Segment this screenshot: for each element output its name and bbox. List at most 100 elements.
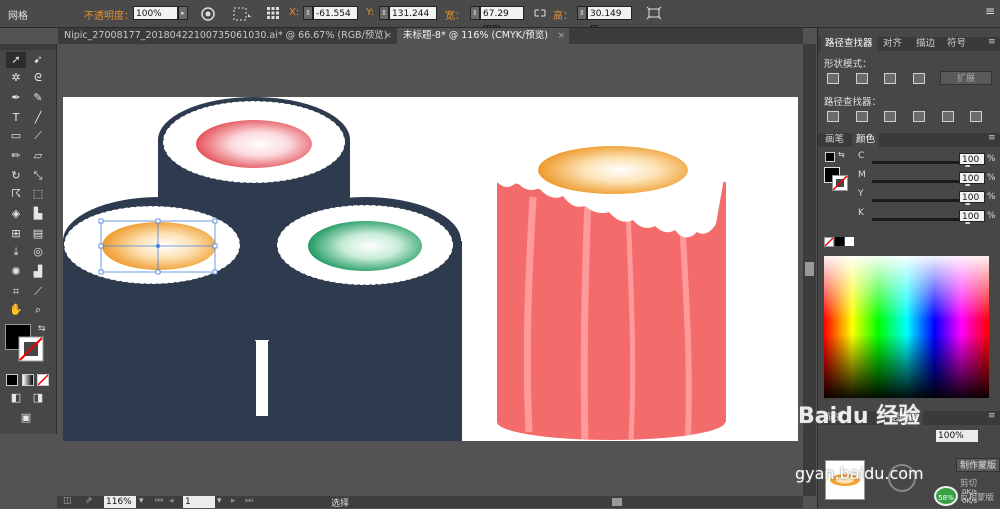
black-color-chip[interactable] [835,237,844,246]
artboard-nav-icon[interactable]: ◫ [63,496,72,506]
artboard-tool-icon[interactable]: ⌗ [6,284,26,300]
color-spectrum[interactable] [824,256,989,398]
eyedropper-icon[interactable]: ⤓ [6,244,26,260]
panel-menu-icon[interactable]: ≡ [985,4,995,18]
line-tool-icon[interactable]: ╱ [28,110,48,126]
lasso-icon[interactable]: ᘓ [28,70,48,86]
tab-untitled-document[interactable]: 未标题-8* @ 116% (CMYK/预览) × [397,28,569,44]
rotate-tool-icon[interactable]: ↻ [6,168,26,184]
free-transform-icon[interactable]: ⬚ [28,186,48,202]
artboard[interactable] [63,97,798,441]
type-tool-icon[interactable]: T [6,110,26,126]
prev-page-icon[interactable]: ◂ [169,496,174,506]
tab-color[interactable]: 颜色 [852,133,880,147]
scrollbar-thumb[interactable] [805,262,814,276]
minus-back-icon[interactable] [970,111,982,122]
intersect-icon[interactable] [884,73,896,84]
exclude-icon[interactable] [913,73,925,84]
tab-pathfinder[interactable]: 路径查找器 [821,37,877,51]
next-page-icon[interactable]: ▸ [231,496,236,506]
live-paint-icon[interactable]: ▙ [28,206,48,222]
tab-symbols[interactable]: 符号 [943,37,970,51]
rectangle-tool-icon[interactable]: ▭ [6,128,26,144]
first-page-icon[interactable]: ⏮ [155,496,163,506]
slider-value-input[interactable]: 100 [959,191,985,203]
zoom-tool-icon[interactable]: ⌕ [28,302,48,318]
tab-nipic-document[interactable]: Nipic_27008177_20180422100735061030.ai* … [58,28,396,44]
selection-tool-icon[interactable]: ➚ [6,52,26,68]
sushi-roll-orange[interactable] [63,197,255,441]
opacity-input[interactable]: 100% [133,6,178,20]
width-input[interactable]: 67.29 mm [480,6,524,33]
merge-icon[interactable] [884,111,896,122]
warp-tool-icon[interactable]: ☈ [6,186,26,202]
slider-value-input[interactable]: 100 [959,153,985,165]
toolbox-grip[interactable] [0,44,56,50]
slider-track[interactable] [872,161,969,164]
share-icon[interactable]: ⇗ [85,496,93,506]
slice-tool-icon[interactable]: ⟋ [28,284,48,300]
sushi-roll-green[interactable] [269,197,462,441]
graph-tool-icon[interactable]: ▟ [28,264,48,280]
transform-icon[interactable] [232,6,252,22]
y-stepper[interactable]: ⇕ [379,6,389,20]
tab-brushes[interactable]: 画笔 [821,133,848,147]
close-icon[interactable]: × [384,28,392,44]
direct-selection-icon[interactable]: ➹ [28,52,48,68]
close-icon[interactable]: × [557,28,565,44]
page-input[interactable]: 1 [183,496,215,508]
y-input[interactable]: 131.244 [389,6,437,20]
none-color-icon[interactable] [824,237,834,247]
slider-track[interactable] [872,218,969,221]
sushi-artwork[interactable] [63,97,798,441]
pen-tool-icon[interactable]: ✒ [6,90,26,106]
tab-align[interactable]: 对齐 [879,37,906,51]
x-stepper[interactable]: ⇕ [303,6,313,20]
draw-mode-icon[interactable]: ◧ [6,390,26,406]
transparency-opacity-input[interactable]: 100% [936,430,978,442]
divide-icon[interactable] [827,111,839,122]
horizontal-scroll-thumb[interactable] [612,498,622,506]
opacity-label[interactable]: 不透明度： [84,7,134,22]
perspective-grid-icon[interactable]: ⊞ [6,226,26,242]
crop-icon[interactable] [913,111,925,122]
symbol-sprayer-icon[interactable]: ✺ [6,264,26,280]
blend-tool-icon[interactable]: ◎ [28,244,48,260]
draw-inside-icon[interactable]: ◨ [28,390,48,406]
zoom-input[interactable]: 116% [104,496,136,508]
cpu-usage-badge[interactable]: 58% [934,486,958,506]
page-dropdown-icon[interactable]: ▾ [217,496,222,506]
stroke-swatch[interactable] [18,336,44,362]
slider-track[interactable] [872,180,969,183]
screen-mode-icon[interactable]: ▣ [16,410,36,426]
gradient-mode-icon[interactable] [22,374,34,386]
last-page-icon[interactable]: ⏭ [245,496,253,506]
panel-menu-icon[interactable]: ≡ [988,133,996,143]
width-stepper[interactable]: ⇕ [470,6,480,20]
minus-front-icon[interactable] [856,73,868,84]
paintbrush-icon[interactable]: ⟋ [28,128,48,144]
zoom-dropdown-icon[interactable]: ▾ [139,496,144,506]
slider-value-input[interactable]: 100 [959,172,985,184]
expand-button[interactable]: 扩展 [940,71,992,85]
gradient-tool-icon[interactable]: ▤ [28,226,48,242]
tab-stroke[interactable]: 描边 [912,37,939,51]
default-colors-icon[interactable] [825,152,835,162]
height-stepper[interactable]: ⇕ [577,6,587,20]
slider-track[interactable] [872,199,969,202]
curvature-icon[interactable]: ✎ [28,90,48,106]
panel-menu-icon[interactable]: ≡ [988,411,996,421]
color-mode-icon[interactable] [6,374,18,386]
none-mode-icon[interactable] [37,374,49,386]
pencil-icon[interactable]: ✏ [6,148,26,164]
opacity-dropdown-icon[interactable]: ▸ [178,6,188,20]
slider-value-input[interactable]: 100 [959,210,985,222]
outline-icon[interactable] [942,111,954,122]
trim-icon[interactable] [856,111,868,122]
hand-tool-icon[interactable]: ✋ [6,302,26,318]
height-input[interactable]: 30.149 m [587,6,632,33]
panel-menu-icon[interactable]: ≡ [988,37,996,47]
swap-colors-icon[interactable]: ⇆ [38,324,46,334]
sushi-roll-salmon[interactable] [497,143,726,440]
color-stroke-swatch[interactable] [832,175,848,191]
